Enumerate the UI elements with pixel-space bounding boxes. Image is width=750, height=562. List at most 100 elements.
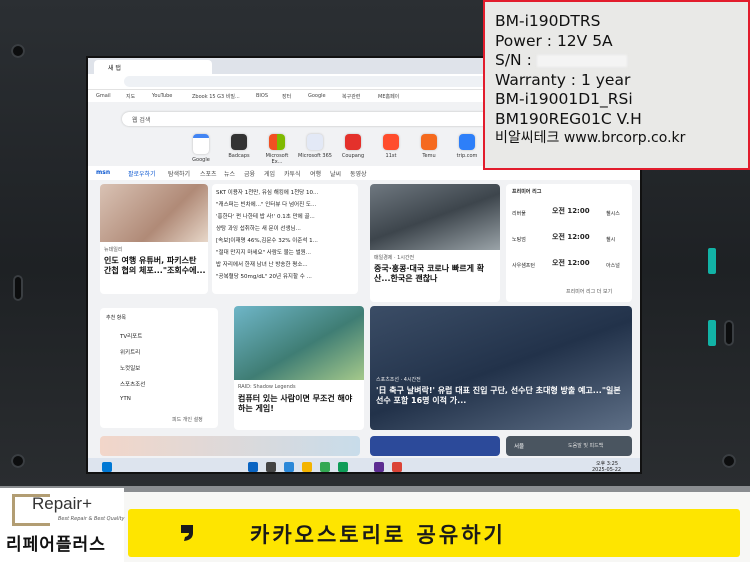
news-list-item[interactable]: [속보]이재명 46%,김문수 32% 이준석 1...: [216, 236, 318, 244]
shortcut-tile[interactable]: Microsoft Ex...: [260, 134, 294, 165]
news-card[interactable]: 뉴데일리 인도 여행 유튜버, 파키스탄 간첩 협의 체포..."조회수에...: [100, 184, 208, 294]
news-list-item[interactable]: "캐스퍼는 빈차에..." 인터뷰 다 넘어진 도...: [216, 200, 316, 208]
league-more-link[interactable]: 프리미어 리그 더 보기: [566, 288, 612, 295]
recommend-item[interactable]: 위키트리: [120, 348, 140, 356]
app-icon[interactable]: [392, 462, 402, 472]
bookmark-item[interactable]: Zbook 15 G3 비밀...: [192, 93, 240, 100]
label-serial: S/N :: [495, 51, 748, 71]
news-card[interactable]: 매일경제 · 1시간전 중국·홍콩·대국 코로나 빠르게 확산...한국은 괜찮…: [370, 184, 500, 302]
start-icon[interactable]: [102, 462, 112, 472]
msn-nav-item[interactable]: 팔로우하기: [128, 169, 156, 178]
bookmark-item[interactable]: BIOS: [256, 93, 268, 99]
label-serial-key: S/N :: [495, 51, 532, 69]
news-card-strip: [370, 436, 500, 456]
msn-nav-item[interactable]: 금융: [244, 169, 255, 178]
recommend-item[interactable]: 노컷일보: [120, 364, 140, 372]
tile-label: trip.com: [456, 153, 478, 159]
mount-slot: [724, 320, 734, 346]
league-title: 프리미어 리그: [512, 189, 542, 195]
taskview-icon[interactable]: [266, 462, 276, 472]
bookmark-item[interactable]: Google: [308, 93, 326, 99]
spec-label: BM-i190DTRS Power : 12V 5A S/N : Warrant…: [483, 0, 750, 170]
msn-nav-item[interactable]: 탐색하기: [168, 169, 190, 178]
match-home: 리버풀: [512, 211, 526, 217]
weather-card: 서울 도움말 및 피드백: [506, 436, 632, 456]
tile-label: Microsoft 365: [298, 153, 332, 159]
chrome-icon[interactable]: [320, 462, 330, 472]
msn-logo[interactable]: msn: [96, 169, 110, 176]
folder-icon[interactable]: [302, 462, 312, 472]
logo-korean: 리페어플러스: [6, 535, 106, 555]
news-source: 뉴데일리: [104, 247, 123, 253]
shortcut-tile[interactable]: 11st: [374, 134, 408, 159]
label-part1: BM-i19001D1_RSi: [495, 90, 633, 108]
msn-nav-item[interactable]: 뉴스: [224, 169, 235, 178]
match-away: 첼시: [606, 237, 616, 243]
tab-new[interactable]: 새 탭: [94, 60, 212, 74]
league-card: 프리미어 리그 리버풀 오전 12:00 첼시스 노팅엄 오전 12:00 첼시…: [506, 184, 632, 302]
logo-tagline: Best Repair & Best Quality: [58, 516, 125, 522]
msn-nav-item[interactable]: 게임: [264, 169, 275, 178]
tile-label: Microsoft Ex...: [265, 153, 289, 165]
shortcut-tile[interactable]: Microsoft 365: [298, 134, 332, 159]
msn-nav-item[interactable]: 여행: [310, 169, 321, 178]
match-home: 노팅엄: [512, 237, 526, 243]
address-input[interactable]: [124, 76, 544, 87]
match-time: 오전 12:00: [552, 259, 590, 267]
teal-clip: [708, 248, 716, 274]
label-model: BM-i190DTRS: [495, 12, 601, 30]
help-link[interactable]: 도움말 및 피드백: [568, 442, 603, 449]
msn-nav-item[interactable]: 카투식: [284, 169, 301, 178]
shortcut-tile[interactable]: Badcaps: [222, 134, 256, 159]
tile-label: Badcaps: [228, 153, 250, 159]
recommend-item[interactable]: TV리포트: [120, 332, 142, 340]
shortcut-tile[interactable]: Google: [184, 134, 218, 163]
taskbar: 오후 3:25 2025-05-22: [88, 458, 640, 473]
kakaostory-share-label: 카카오스토리로 공유하기: [250, 523, 506, 547]
app-icon[interactable]: [374, 462, 384, 472]
clock-date: 2025-05-22: [592, 467, 622, 473]
recommend-item[interactable]: 스포츠조선: [120, 380, 145, 388]
news-list: SKT 이용자 1천만, 유심 해킹에 1천당 10... "캐스퍼는 빈차에.…: [212, 184, 358, 294]
tile-label: Google: [192, 157, 210, 163]
shortcut-tile[interactable]: Temu: [412, 134, 446, 159]
recommend-item[interactable]: YTN: [120, 396, 131, 402]
match-away: 아스널: [606, 263, 620, 269]
bookmark-item[interactable]: 장터: [282, 93, 291, 100]
msn-nav-item[interactable]: 날씨: [330, 169, 341, 178]
logo-text: Repair+: [32, 494, 93, 513]
news-list-item[interactable]: "절대 만지지 마세요" 사람도 물는 벌원...: [216, 248, 311, 256]
serial-redacted: [536, 54, 627, 67]
news-list-item[interactable]: 밥 자리에서 한재 남녀 난 방송한 평소...: [216, 260, 308, 268]
news-list-item[interactable]: SKT 이용자 1천만, 유심 해킹에 1천당 10...: [216, 188, 318, 196]
app-icon[interactable]: [284, 462, 294, 472]
news-list-item[interactable]: 샹탕 과잉 섭취하는 새 문이 선생님...: [216, 224, 301, 232]
feed-settings-link[interactable]: 피드 개인 설정: [172, 416, 203, 423]
bookmark-item[interactable]: ME홈페이: [378, 93, 399, 100]
msn-nav-item[interactable]: 스포츠: [200, 169, 217, 178]
bookmark-item[interactable]: Gmail: [96, 93, 111, 99]
sports-card[interactable]: 스포츠조선 · 4시간전 '日 축구 날벼락!' 유럽 대표 진입 구단, 선수…: [370, 306, 632, 430]
bookmark-item[interactable]: 지도: [126, 93, 135, 100]
mount-slot: [13, 275, 23, 301]
kakaostory-icon: [181, 525, 193, 541]
news-headline: 인도 여행 유튜버, 파키스탄 간첩 협의 체포..."조회수에...: [104, 256, 206, 275]
app-icon[interactable]: [338, 462, 348, 472]
tile-label: Coupang: [341, 153, 365, 159]
mount-hole: [11, 454, 25, 468]
teal-clip: [708, 320, 716, 346]
news-list-item[interactable]: '흥한다' 펀 나한테 밥 사!' 0.1초 만에 골...: [216, 212, 315, 220]
news-list-item[interactable]: "공복혈당 50mg/dL" 20년 유지할 수 ...: [216, 272, 312, 280]
msn-nav-item[interactable]: 동영상: [350, 169, 367, 178]
bookmark-item[interactable]: YouTube: [152, 93, 172, 99]
windows-icon[interactable]: [248, 462, 258, 472]
clock-time: 오후 3:25: [596, 461, 619, 467]
shortcut-tile[interactable]: trip.com: [450, 134, 484, 159]
ad-image: [234, 306, 364, 380]
ad-card[interactable]: RAID: Shadow Legends 컴퓨터 있는 사람이면 무조건 해야 …: [234, 306, 364, 430]
news-image: [370, 184, 500, 250]
shortcut-tile[interactable]: Coupang: [336, 134, 370, 159]
bookmark-item[interactable]: 복구관련: [342, 93, 360, 100]
label-company: 비알씨테크 www.brcorp.co.kr: [495, 130, 686, 146]
label-warranty: Warranty : 1 year: [495, 70, 631, 89]
